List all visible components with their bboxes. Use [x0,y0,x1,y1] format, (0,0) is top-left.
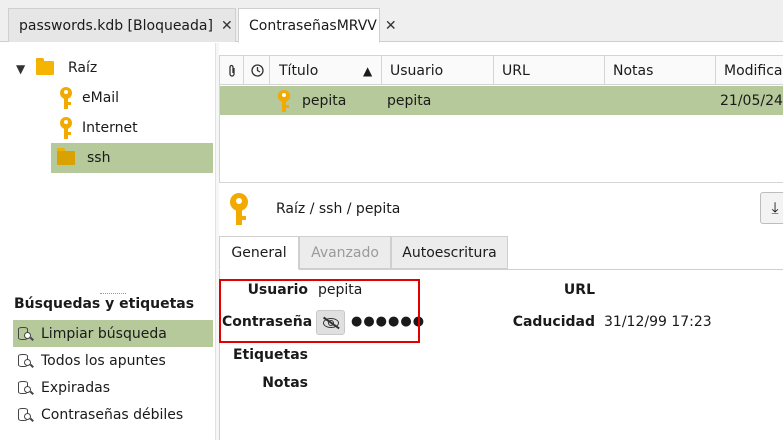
column-notes[interactable]: Notas [605,56,716,85]
expiry-label: Caducidad [512,314,595,330]
cell-username: pepita [387,92,432,109]
sort-ascending-icon: ▲ [363,63,373,78]
tree-item-label: Internet [82,120,138,136]
column-title[interactable]: Título ▲ [271,56,382,85]
entry-key-cell [278,86,300,115]
tab-contrasenas-mrvv[interactable]: ContraseñasMRVV ✕ [238,8,397,43]
tab-label: passwords.kdb [Bloqueada] [19,17,213,34]
folder-open-icon [57,148,75,165]
expiry-value: 31/12/99 17:23 [604,314,712,330]
column-label: Título [279,62,319,79]
search-weak-passwords[interactable]: Contraseñas débiles [13,401,213,428]
search-expired[interactable]: Expiradas [13,374,213,401]
tab-label: General [231,245,287,261]
notes-label: Notas [262,375,308,391]
column-modified[interactable]: Modificado [716,56,783,85]
searches-heading: Búsquedas y etiquetas [14,296,195,312]
search-item-label: Expiradas [41,379,111,396]
folder-icon [36,58,54,75]
column-expires[interactable] [245,56,270,85]
tree-item-email[interactable]: eMail [60,83,210,113]
column-label: Usuario [390,62,444,79]
search-all-entries[interactable]: Todos los apuntes [13,347,213,374]
search-clear[interactable]: Limpiar búsqueda [13,320,213,347]
search-db-icon [17,407,34,423]
tab-label: Autoescritura [402,244,497,261]
search-item-label: Contraseñas débiles [41,406,184,423]
search-item-label: Limpiar búsqueda [41,325,167,342]
column-label: URL [502,62,530,79]
url-label: URL [563,282,595,298]
tab-advanced: Avanzado [299,236,391,269]
paperclip-icon [229,64,235,77]
tree-item-raiz[interactable]: Raíz [36,53,206,83]
table-header: Título ▲ Usuario URL Notas Modificado [220,56,783,85]
chevron-down-icon[interactable]: ▼ [16,62,25,76]
tab-passwords-kdb[interactable]: passwords.kdb [Bloqueada] ✕ [8,8,236,42]
download-button[interactable]: ⤓ [760,192,783,224]
tree-item-internet[interactable]: Internet [60,113,210,143]
tags-label: Etiquetas [232,347,308,363]
cell-title: pepita [302,92,347,109]
download-icon: ⤓ [771,198,779,217]
tab-label: ContraseñasMRVV [249,17,377,34]
table-row[interactable]: pepita pepita 21/05/24 2 [220,86,783,115]
close-icon[interactable]: ✕ [221,18,233,34]
search-item-label: Todos los apuntes [41,352,166,369]
column-attachment[interactable] [220,56,244,85]
key-icon [230,193,248,225]
search-db-icon [17,380,34,396]
tab-general[interactable]: General [219,236,299,270]
entry-table: Título ▲ Usuario URL Notas Modificado pe… [219,55,783,183]
key-icon [60,87,72,109]
close-icon[interactable]: ✕ [385,18,397,34]
column-label: Notas [613,62,654,79]
column-label: Modificado [724,62,783,79]
search-db-icon [17,353,34,369]
credential-highlight [219,279,420,343]
column-url[interactable]: URL [494,56,605,85]
key-icon [60,117,72,139]
entry-path-text: Raíz / ssh / pepita [276,201,401,217]
document-tab-bar: passwords.kdb [Bloqueada] ✕ ContraseñasM… [0,0,783,43]
clock-icon [251,64,264,77]
tab-autotype[interactable]: Autoescritura [391,236,508,269]
tree-item-label: eMail [82,90,120,106]
tree-item-ssh[interactable]: ssh [51,143,213,173]
pane-splitter-handle[interactable] [100,293,126,295]
tree-item-label: ssh [87,150,111,166]
search-db-icon [17,326,34,342]
column-username[interactable]: Usuario [382,56,494,85]
key-icon [278,89,290,112]
tab-label: Avanzado [311,244,379,261]
tree-item-label: Raíz [68,60,98,76]
entry-path: Raíz / ssh / pepita [230,192,400,226]
cell-modified: 21/05/24 2 [720,92,783,109]
